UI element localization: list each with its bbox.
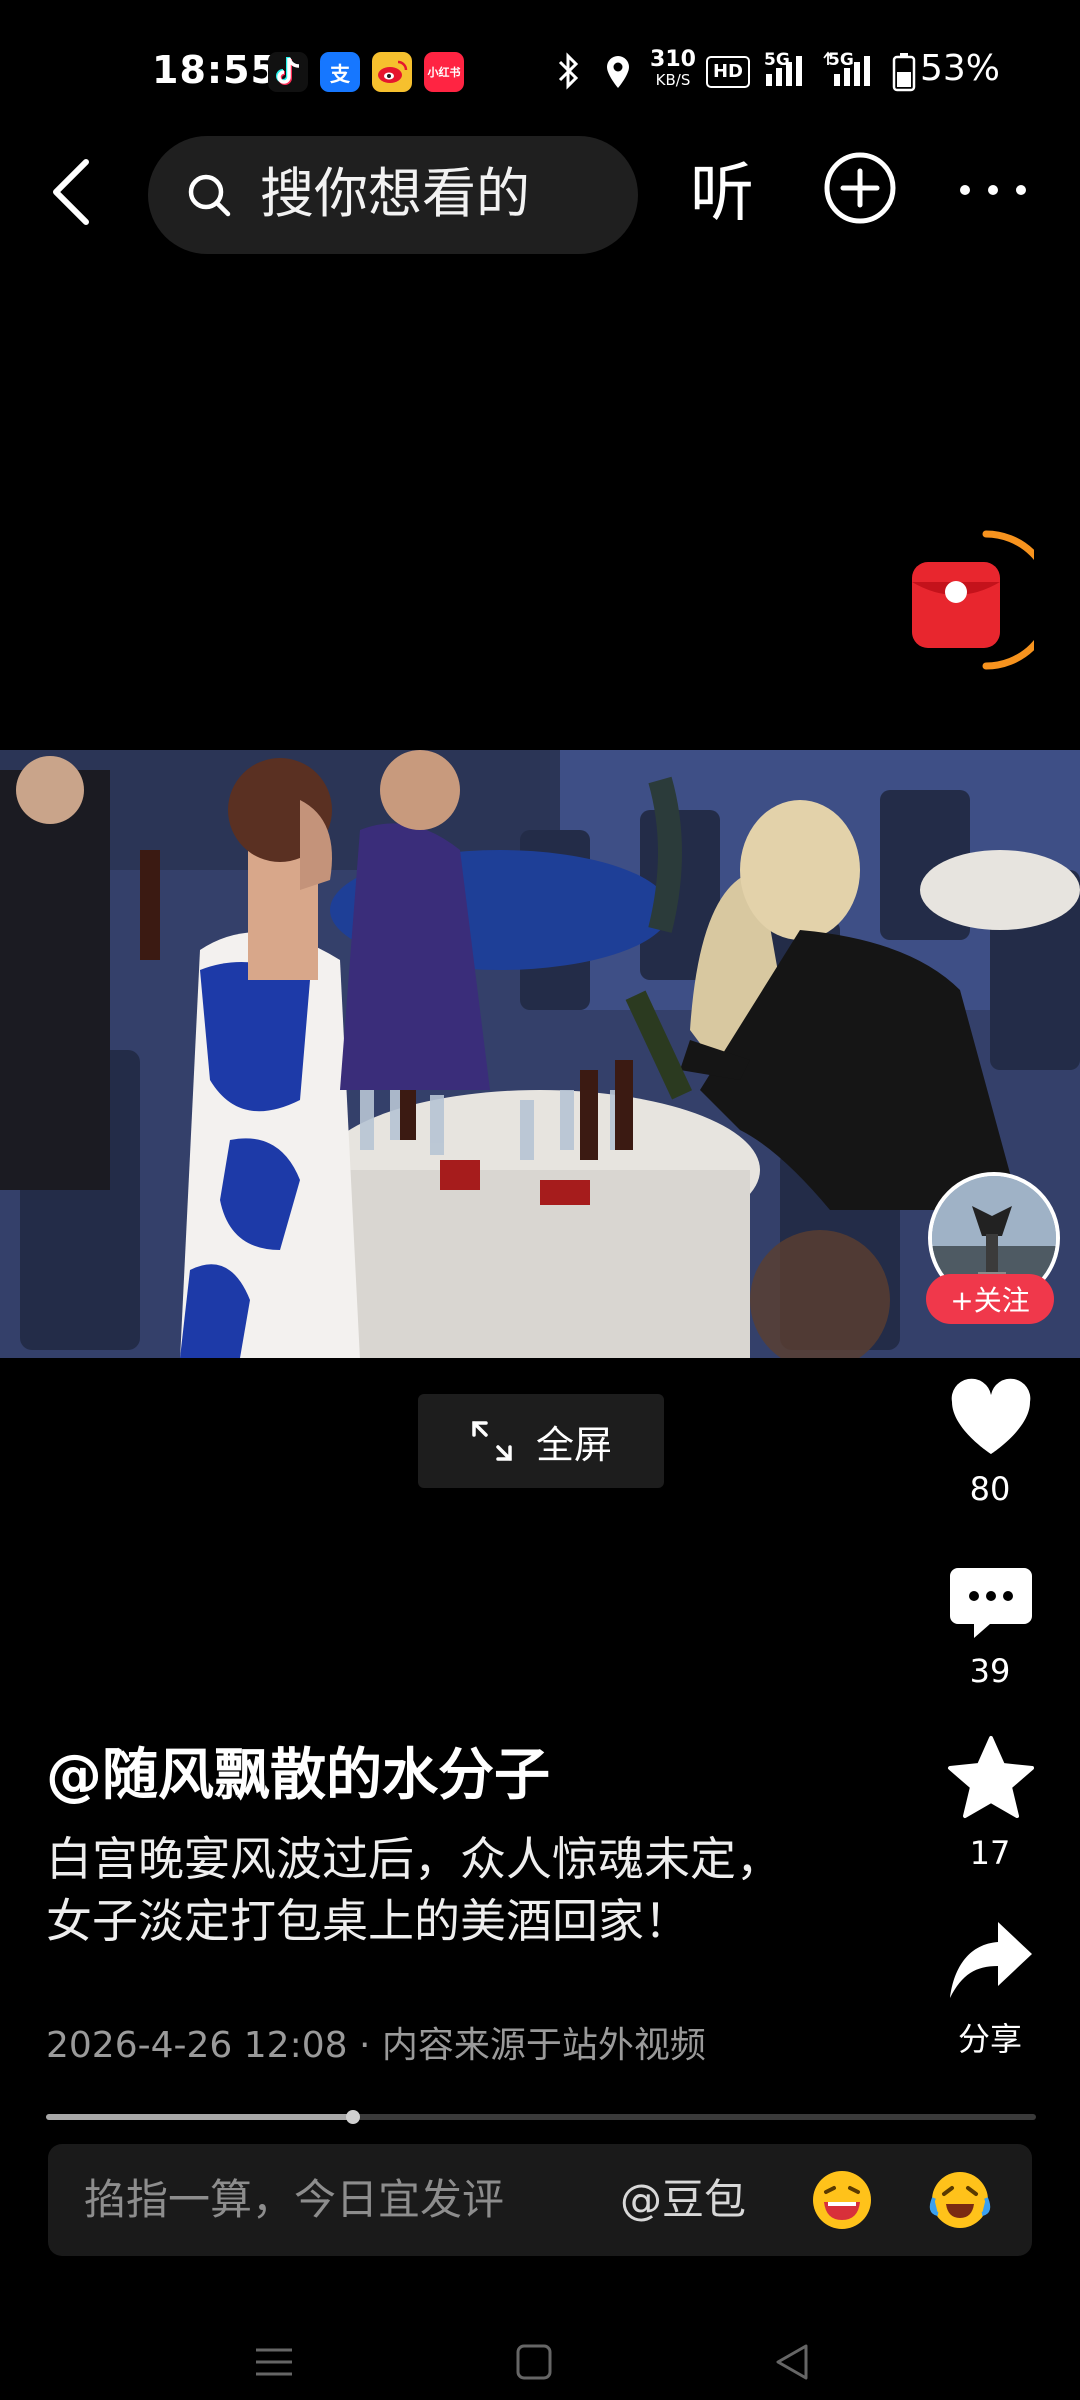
share-icon [950,1922,1032,1998]
battery-percent: 53% [920,48,1001,89]
signal-5g-label: 5G [828,50,854,70]
like-count: 80 [969,1470,1011,1508]
tiktok-icon [268,52,308,92]
fullscreen-label: 全屏 [535,1422,612,1467]
like-button[interactable] [946,1374,1036,1464]
back-button[interactable] [40,152,110,232]
fullscreen-button[interactable]: 全屏 [418,1394,664,1488]
search-placeholder: 搜你想看的 [260,162,530,225]
comment-count: 39 [969,1652,1011,1690]
video-frame [0,750,1080,1358]
location-icon [604,54,632,94]
weibo-icon [372,52,412,92]
signal-5g-label: 5G [764,50,790,70]
red-packet-button[interactable] [904,520,1056,680]
network-speed: 310 KB/S [648,47,698,90]
video-player[interactable] [0,750,1080,1358]
alipay-icon: 支 [320,52,360,92]
heart-icon [951,1378,1031,1454]
bluetooth-icon [556,52,582,94]
search-bar[interactable]: 搜你想看的 [148,136,638,254]
hd-badge: HD [706,56,750,88]
search-icon [186,172,232,218]
signal-5g-icon: 5G [762,50,810,94]
menu-icon [256,2348,292,2376]
crying-laughing-emoji-icon [929,2172,991,2228]
share-button[interactable] [946,1916,1036,2006]
add-button[interactable] [822,150,898,226]
back-triangle-icon [776,2344,808,2380]
signal-5g-icon: 5G [822,50,878,94]
listen-button[interactable]: 听 [690,146,754,242]
clock: 18:55 [152,48,278,92]
comment-input[interactable]: 掐指一算，今日宜发评 @豆包 [48,2144,1032,2256]
comment-icon [950,1568,1032,1638]
xiaohongshu-icon: 小红书 [424,52,464,92]
laughing-emoji-button[interactable] [810,2168,874,2232]
star-icon [948,1736,1034,1818]
battery-icon [892,52,916,96]
post-description: 白宫晚宴风波过后，众人惊魂未定，女子淡定打包桌上的美酒回家！ [46,1832,782,1948]
more-options-button[interactable] [958,182,1028,196]
follow-button[interactable]: +关注 [926,1274,1054,1324]
mention-doubao-button[interactable]: @豆包 [620,2170,746,2230]
favorite-count: 17 [969,1834,1011,1872]
home-nav-button[interactable] [514,2342,554,2386]
status-bar: 18:55 支 小红书 310 KB/S HD 5G 5G 53% [0,0,1080,150]
author-name[interactable]: @随风飘散的水分子 [46,1740,550,1812]
progress-fill [46,2114,353,2120]
menu-nav-button[interactable] [254,2342,294,2386]
network-speed-value: 310 [650,47,696,72]
expand-icon [472,1421,512,1461]
system-nav-bar [0,2300,1080,2400]
back-nav-button[interactable] [772,2342,812,2386]
crying-laughing-emoji-button[interactable] [928,2168,992,2232]
favorite-button[interactable] [946,1734,1036,1824]
comment-button[interactable] [946,1558,1036,1648]
home-square-icon [516,2344,552,2380]
progress-knob[interactable] [345,2110,360,2124]
comment-placeholder: 掐指一算，今日宜发评 [84,2175,505,2224]
post-meta: 2026-4-26 12:08 · 内容来源于站外视频 [46,2025,706,2066]
share-label: 分享 [957,2020,1022,2058]
network-speed-unit: KB/S [655,71,691,89]
video-progress-bar[interactable] [46,2110,1036,2124]
laughing-emoji-icon [813,2171,871,2229]
